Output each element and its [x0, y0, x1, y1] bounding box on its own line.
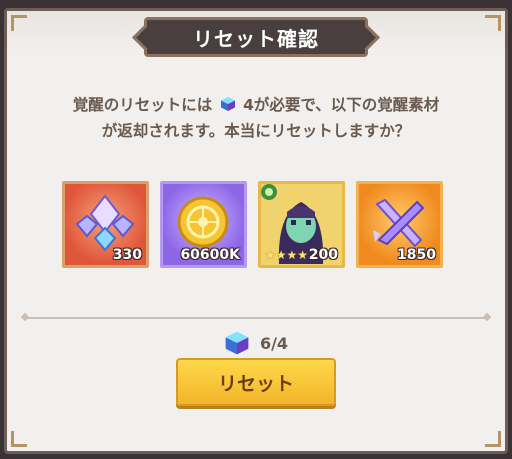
cost-count: 6/4 [259, 333, 289, 353]
reward-item[interactable]: 60600K [160, 181, 247, 268]
cost-indicator: 6/4 [0, 330, 512, 356]
reward-item[interactable]: 330 [62, 181, 149, 268]
message-text-part2: 4が必要で、以下の覚醒素材 [243, 96, 440, 114]
reward-quantity: 200 [308, 247, 338, 263]
reward-quantity: 1850 [397, 247, 436, 263]
corner-ornament [485, 431, 501, 447]
divider [24, 317, 488, 319]
dialog-title: リセット確認 [193, 26, 319, 51]
confirmation-message: 覚醒のリセットには 4が必要で、以下の覚醒素材 が返却されます。本当にリセットし… [30, 92, 482, 144]
awakening-cube-icon [220, 97, 235, 111]
corner-ornament [485, 15, 501, 31]
reward-quantity: 330 [112, 247, 142, 263]
reset-button-label: リセット [217, 372, 294, 395]
reward-item[interactable]: 1850 [356, 181, 443, 268]
reward-quantity: 60600K [180, 247, 240, 263]
corner-ornament [11, 15, 27, 31]
corner-ornament [11, 431, 27, 447]
reward-list: 330 60600K ★★★★ 200 1850 [62, 181, 450, 269]
title-plate: リセット確認 [144, 17, 368, 57]
awakening-cube-icon [225, 331, 249, 355]
reward-item[interactable]: ★★★★ 200 [258, 181, 345, 268]
reset-button[interactable]: リセット [176, 358, 336, 406]
message-text-line2: が返却されます。本当にリセットしますか？ [101, 122, 411, 140]
message-text-part1: 覚醒のリセットには [72, 96, 213, 114]
star-rating: ★★★★ [265, 248, 309, 262]
